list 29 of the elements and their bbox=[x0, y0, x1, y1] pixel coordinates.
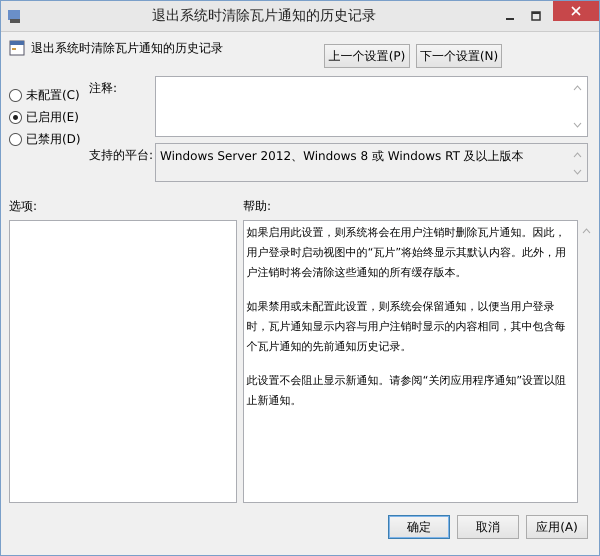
scroll-up-icon[interactable] bbox=[573, 85, 582, 91]
ok-button[interactable]: 确定 bbox=[388, 515, 450, 539]
radio-option[interactable]: 已启用(E) bbox=[9, 106, 89, 128]
next-setting-button[interactable]: 下一个设置(N) bbox=[416, 44, 502, 68]
options-label: 选项: bbox=[9, 198, 38, 214]
scroll-up-icon[interactable] bbox=[573, 152, 582, 158]
comment-field[interactable] bbox=[155, 76, 588, 137]
radio-option[interactable]: 已禁用(D) bbox=[9, 128, 89, 150]
scroll-down-icon[interactable] bbox=[573, 122, 582, 128]
help-paragraph: 如果启用此设置，则系统将会在用户注销时删除瓦片通知。因此，用户登录时启动视图中的“瓦片”将始终显示其默认内容。此外，用户注销时将会清除这些通知的所有缓存版本。 bbox=[246, 225, 568, 281]
comment-label: 注释: bbox=[89, 80, 118, 97]
scroll-down-icon[interactable] bbox=[573, 169, 582, 175]
platform-text: Windows Server 2012、Windows 8 或 Windows RT 及以上版本 bbox=[160, 149, 524, 163]
scroll-up-icon[interactable] bbox=[582, 228, 591, 234]
help-label: 帮助: bbox=[243, 198, 272, 214]
apply-button[interactable]: 应用(A) bbox=[526, 515, 588, 539]
platform-label: 支持的平台: bbox=[89, 147, 154, 164]
policy-icon bbox=[9, 40, 25, 56]
close-button[interactable] bbox=[553, 1, 599, 21]
radio-option[interactable]: 未配置(C) bbox=[9, 84, 89, 106]
window-title: 退出系统时清除瓦片通知的历史记录 bbox=[151, 7, 377, 25]
maximize-icon[interactable] bbox=[531, 11, 541, 21]
cancel-button[interactable]: 取消 bbox=[457, 515, 519, 539]
previous-setting-button[interactable]: 上一个设置(P) bbox=[324, 44, 410, 68]
close-icon[interactable] bbox=[571, 6, 581, 16]
policy-window-icon bbox=[7, 8, 23, 24]
help-paragraph: 如果禁用或未配置此设置，则系统会保留通知，以便当用户登录时，瓦片通知显示内容与用户注销时显示的内容相同，其中包含每个瓦片通知的先前通知历史记录。 bbox=[246, 299, 567, 355]
help-paragraph: 此设置不会阻止显示新通知。请参阅“关闭应用程序通知”设置以阻止新通知。 bbox=[246, 373, 568, 409]
policy-name: 退出系统时清除瓦片通知的历史记录 bbox=[31, 40, 223, 57]
